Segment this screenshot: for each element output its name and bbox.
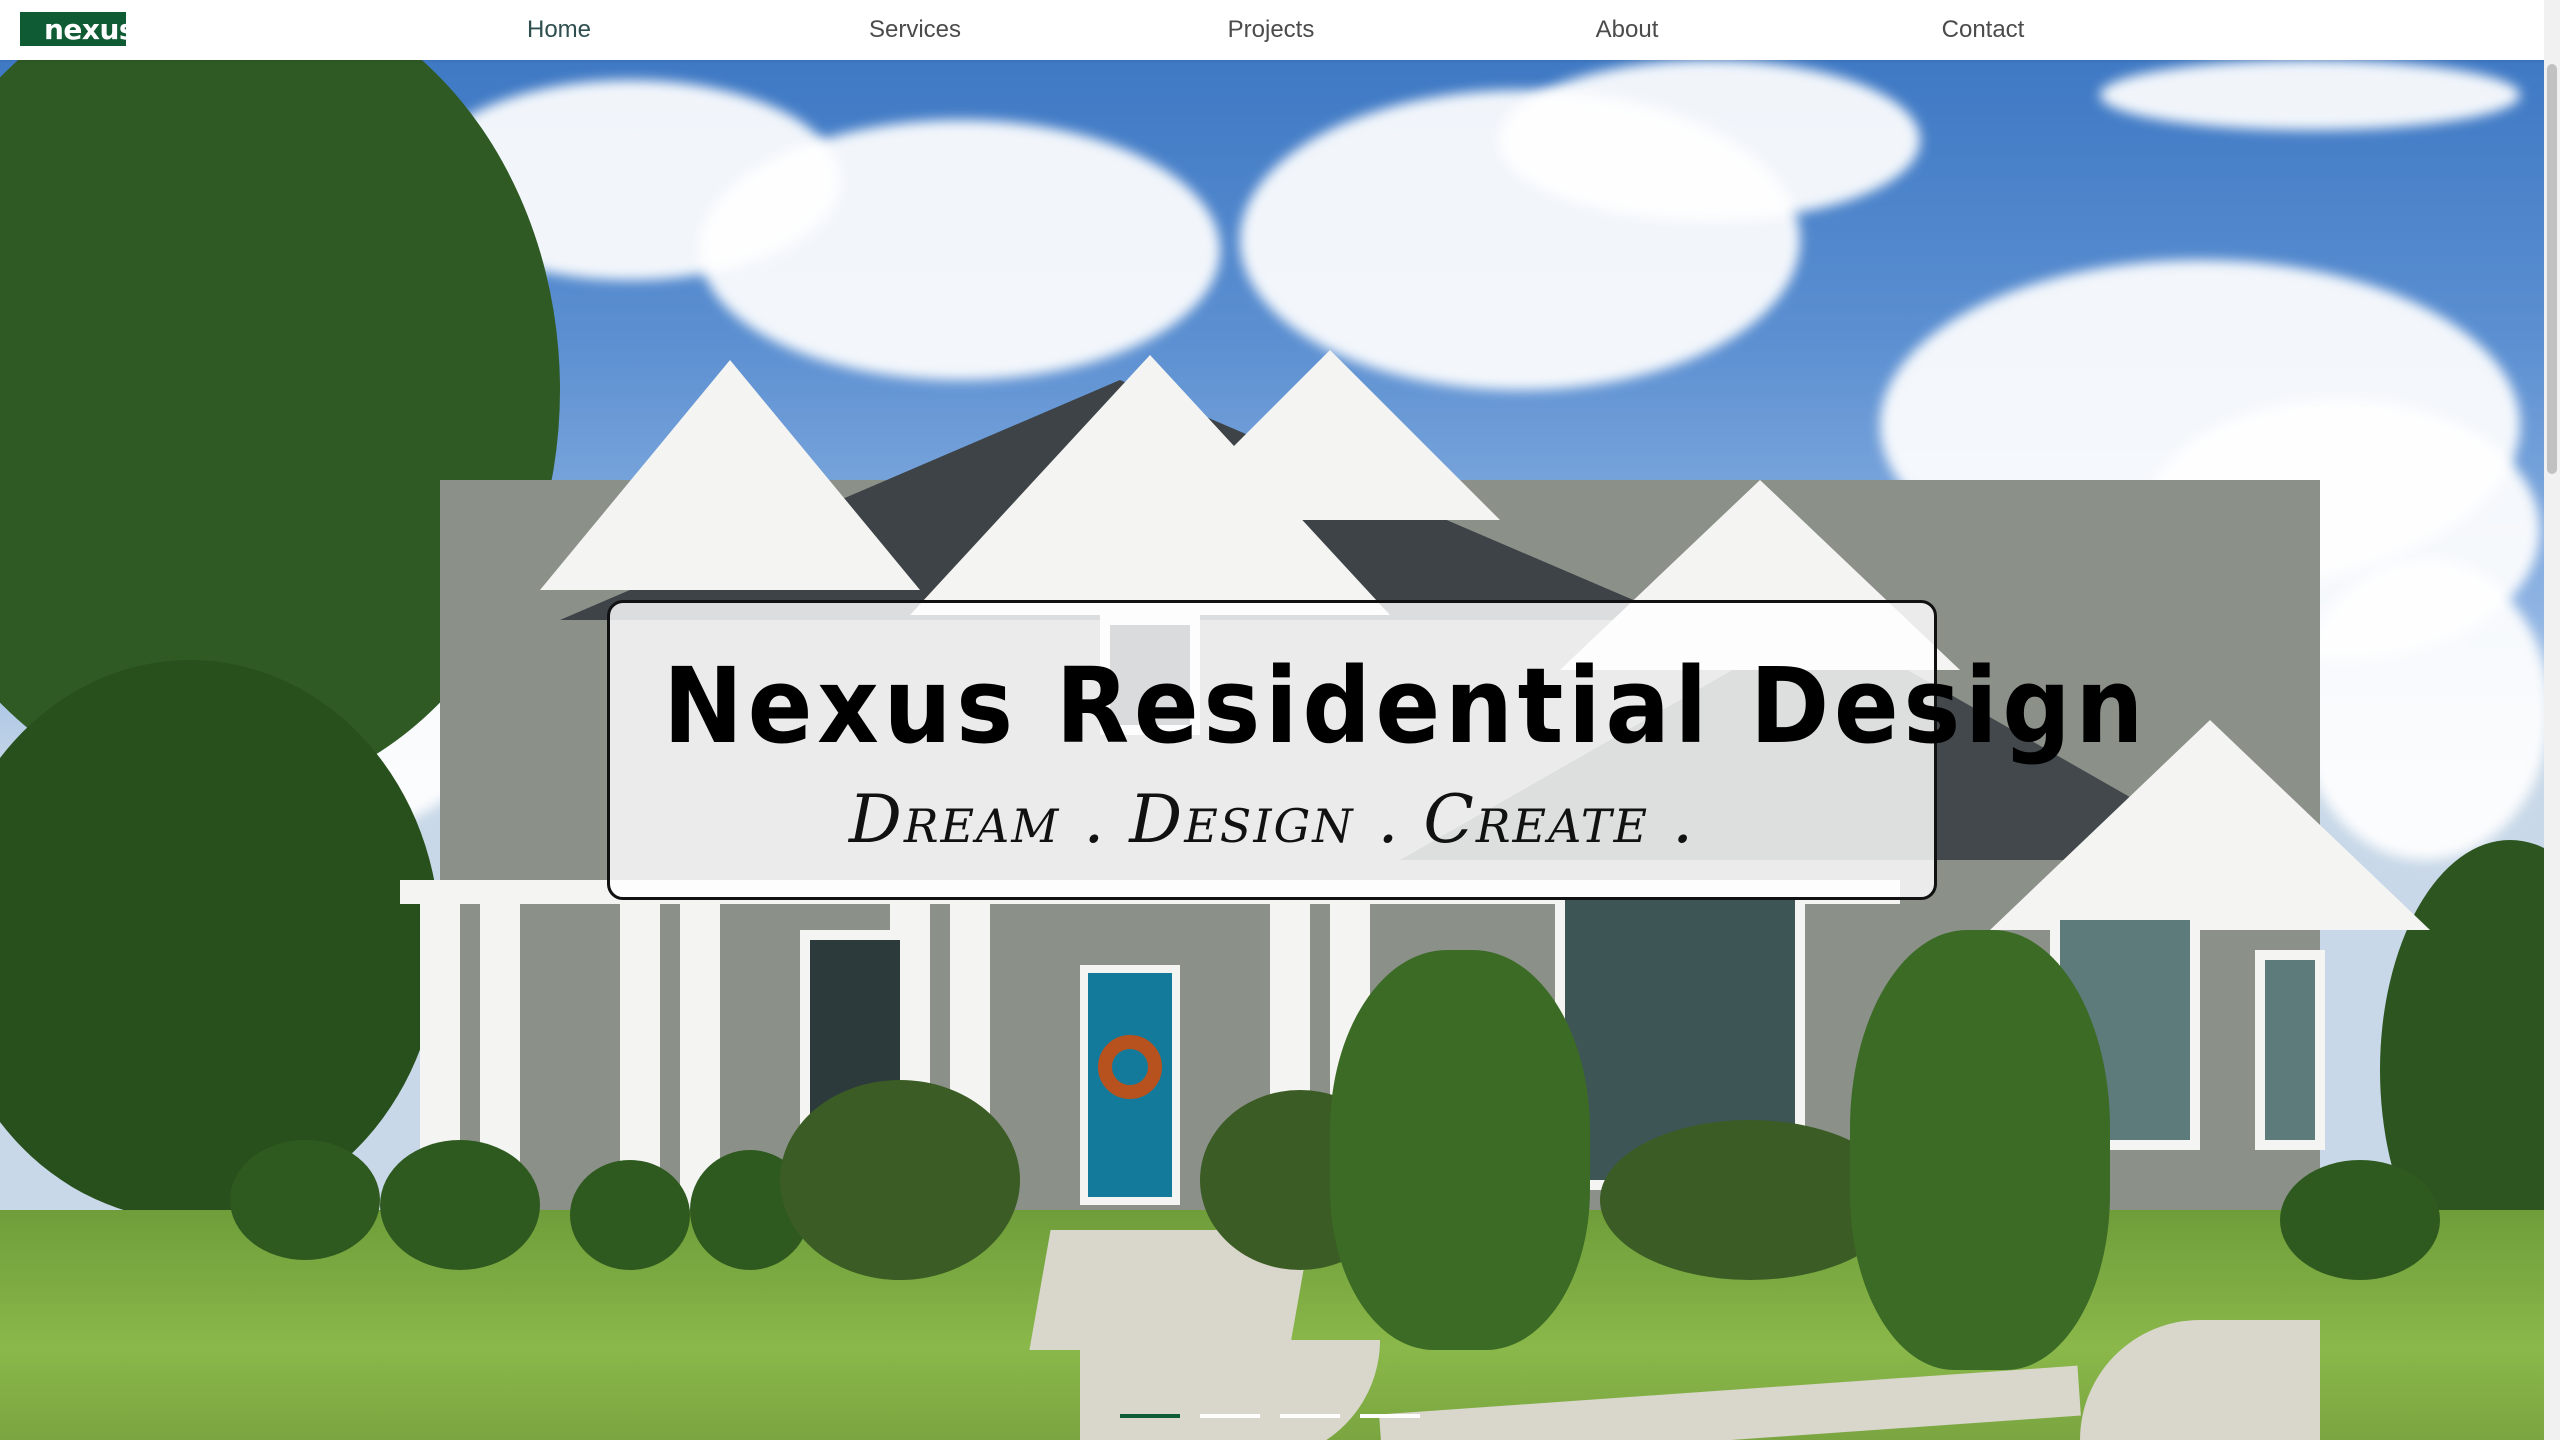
carousel-indicator-2[interactable] <box>1200 1414 1260 1418</box>
nav-link-contact[interactable]: Contact <box>1942 0 2025 60</box>
page-scrollbar[interactable] <box>2544 0 2560 1440</box>
nav-link-services[interactable]: Services <box>869 0 961 60</box>
nav-link-projects[interactable]: Projects <box>1228 0 1315 60</box>
nav-menu: Home Services Projects About Contact <box>0 0 2560 60</box>
carousel-indicator-4[interactable] <box>1360 1414 1420 1418</box>
hero-title-card: Nexus Residential Design Dream . Design … <box>607 600 2149 900</box>
carousel-indicator-3[interactable] <box>1280 1414 1340 1418</box>
carousel-indicator-1[interactable] <box>1120 1414 1180 1418</box>
scrollbar-thumb[interactable] <box>2547 64 2557 474</box>
hero-tagline: Dream . Design . Create . <box>848 781 1696 858</box>
nav-link-about[interactable]: About <box>1596 0 1659 60</box>
hero-title: Nexus Residential Design <box>662 645 2149 767</box>
top-navbar: nexus. Home Services Projects About Cont… <box>0 0 2560 60</box>
nav-link-home[interactable]: Home <box>527 0 591 60</box>
